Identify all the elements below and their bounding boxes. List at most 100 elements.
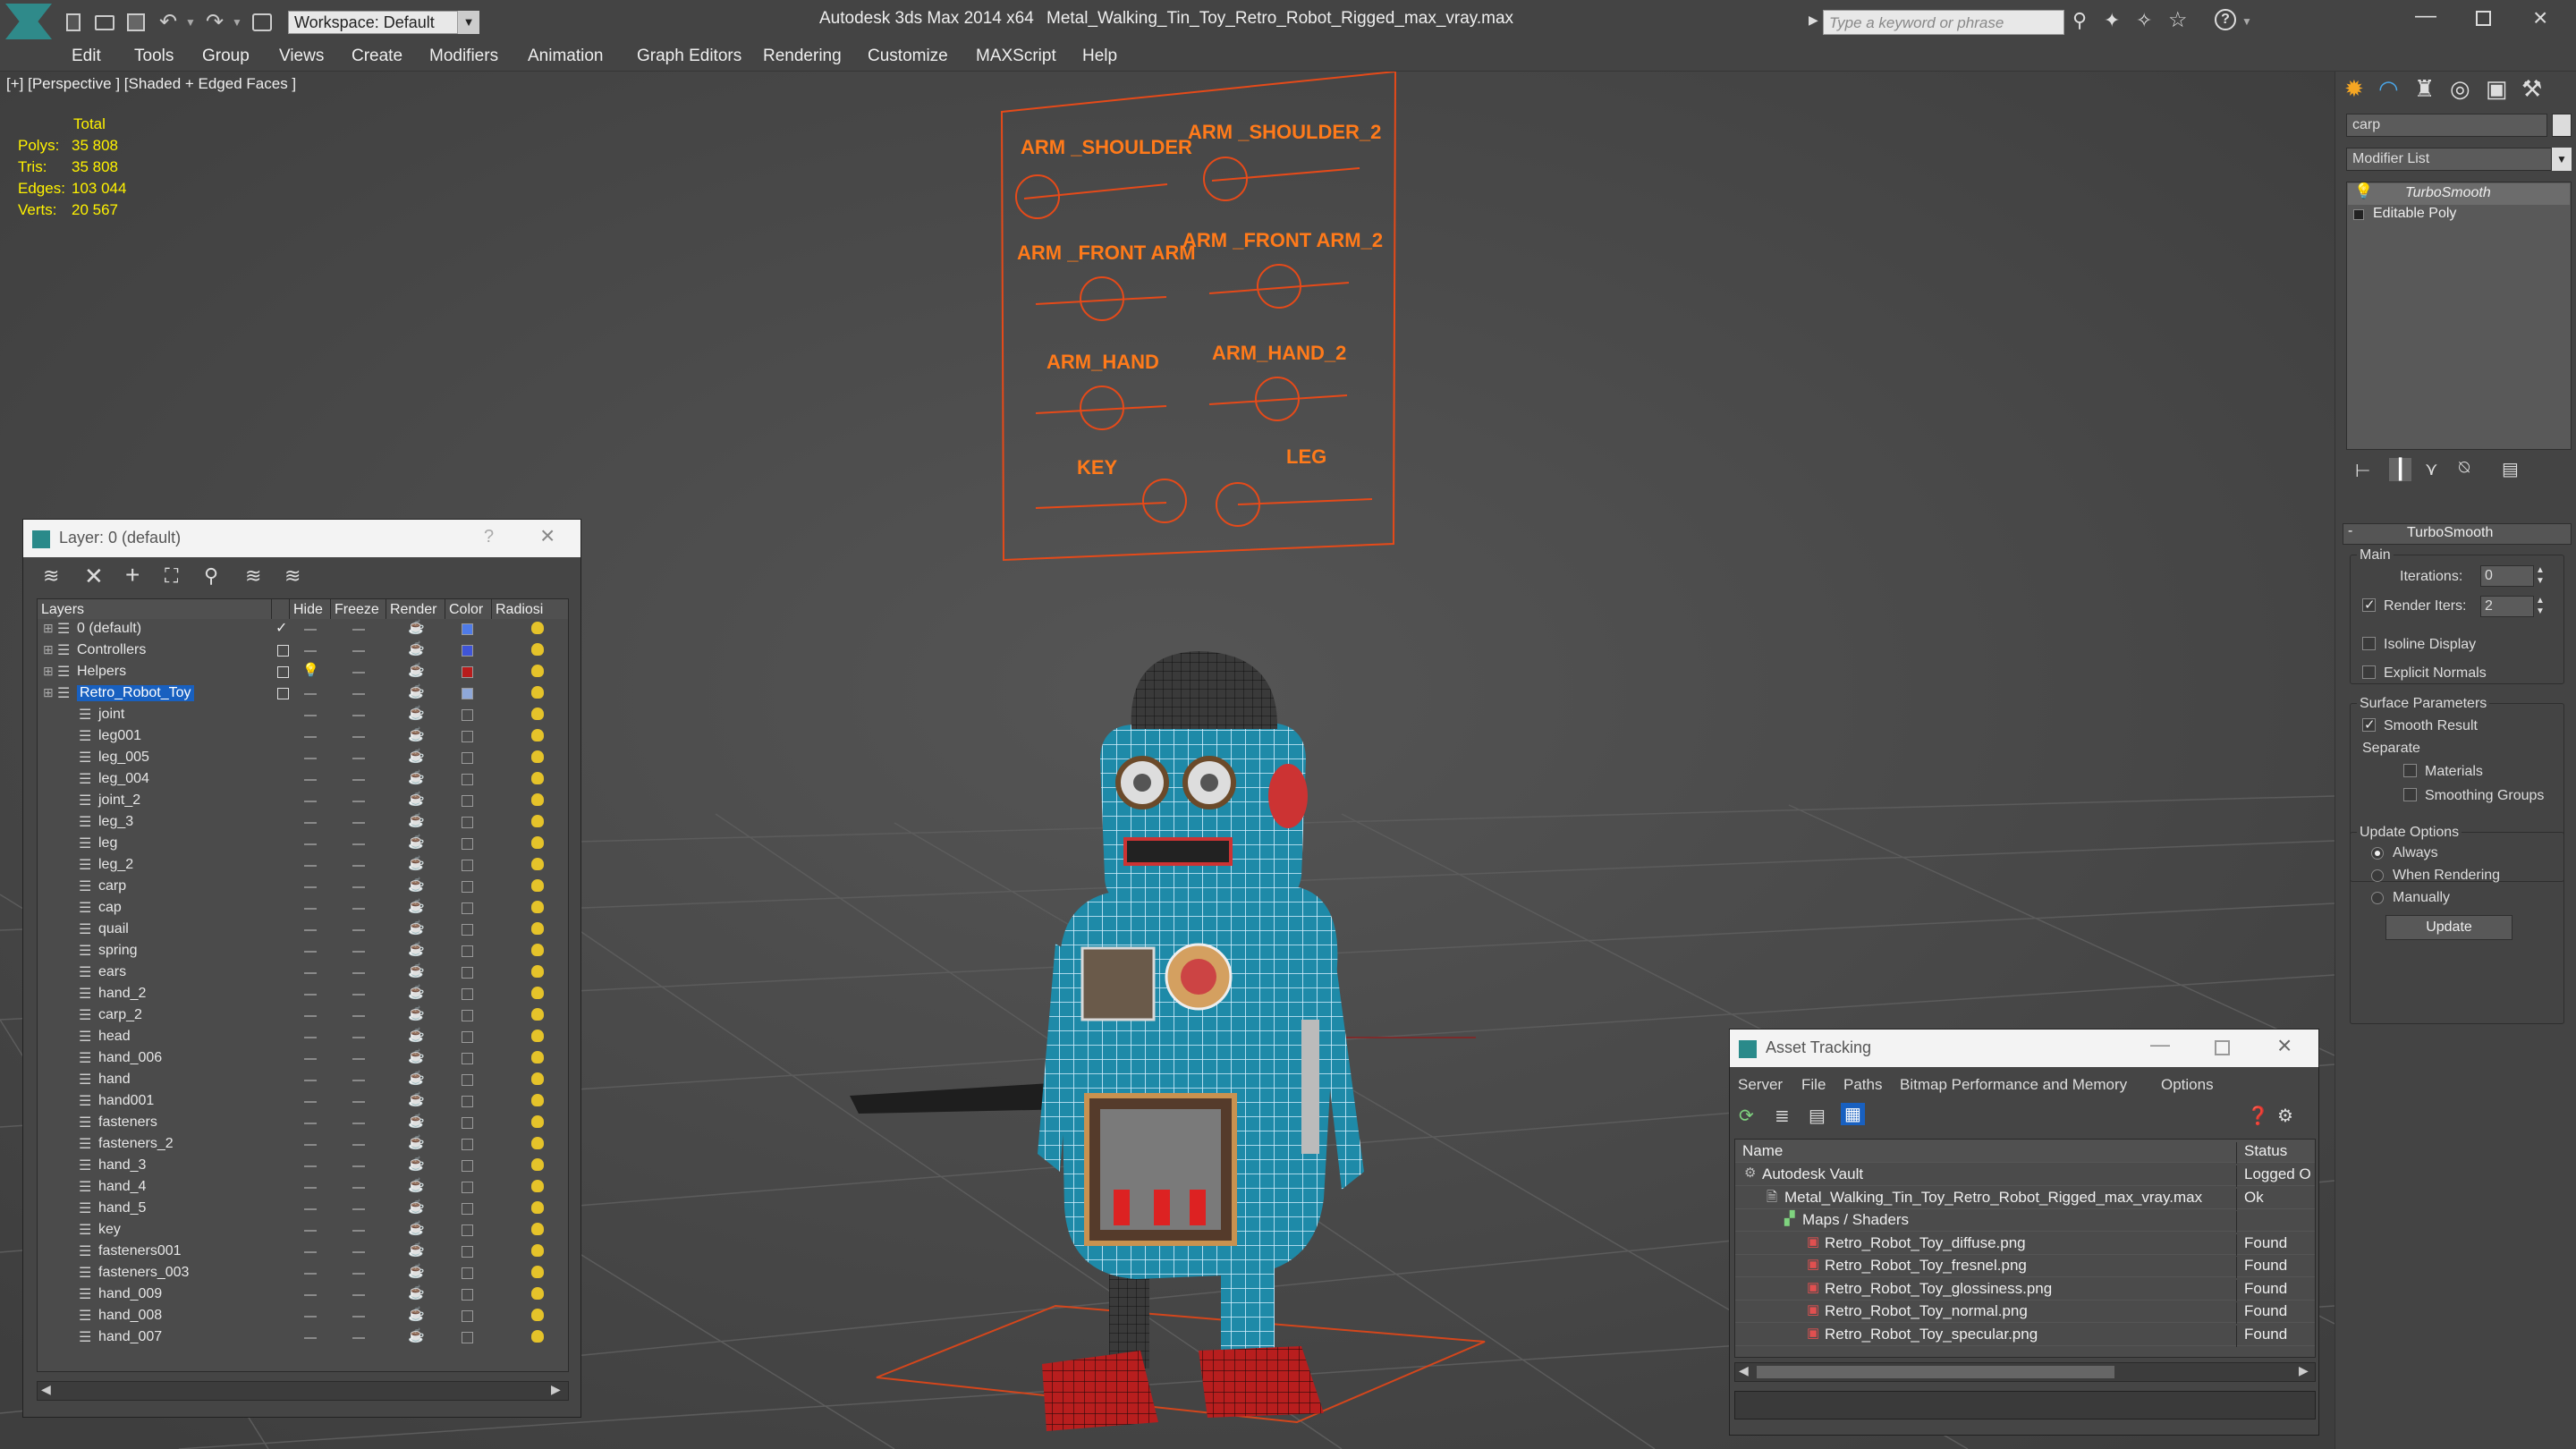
modifier-list-dropdown[interactable]: Modifier List bbox=[2346, 148, 2552, 171]
radiosity-icon[interactable] bbox=[531, 1094, 544, 1106]
radiosity-icon[interactable] bbox=[531, 944, 544, 956]
radiosity-icon[interactable] bbox=[531, 922, 544, 935]
layer-window-close-icon[interactable]: × bbox=[540, 521, 555, 550]
detail-view-icon[interactable]: ▤ bbox=[1809, 1105, 1826, 1127]
object-color-swatch[interactable] bbox=[2552, 114, 2572, 137]
maximize-icon[interactable] bbox=[2476, 11, 2491, 26]
layer-row[interactable]: ☰ hand_006 ☕ bbox=[38, 1048, 568, 1070]
layer-color-swatch[interactable] bbox=[462, 1267, 473, 1279]
render-teapot-icon[interactable]: ☕ bbox=[408, 1220, 425, 1236]
favorites-icon[interactable]: ☆ bbox=[2168, 7, 2188, 33]
layer-color-swatch[interactable] bbox=[462, 1224, 473, 1236]
layer-color-swatch[interactable] bbox=[462, 1289, 473, 1301]
rollout-title[interactable]: TurboSmooth bbox=[2407, 525, 2493, 541]
radiosity-icon[interactable] bbox=[531, 879, 544, 892]
render-teapot-icon[interactable]: ☕ bbox=[408, 1027, 425, 1043]
render-teapot-icon[interactable]: ☕ bbox=[408, 662, 425, 678]
expand-icon[interactable]: ⊞ bbox=[43, 621, 54, 636]
radiosity-icon[interactable] bbox=[531, 836, 544, 849]
radiosity-icon[interactable] bbox=[531, 729, 544, 741]
freeze-toggle[interactable] bbox=[352, 693, 365, 695]
layer-name[interactable]: hand001 bbox=[98, 1093, 154, 1109]
render-teapot-icon[interactable]: ☕ bbox=[408, 1284, 425, 1301]
hide-toggle[interactable] bbox=[304, 1080, 317, 1081]
freeze-toggle[interactable] bbox=[352, 672, 365, 674]
layer-row[interactable]: ☰ spring ☕ bbox=[38, 941, 568, 962]
update-button[interactable]: Update bbox=[2385, 915, 2512, 940]
layer-color-swatch[interactable] bbox=[462, 774, 473, 785]
layer-row[interactable]: ☰ fasteners_2 ☕ bbox=[38, 1134, 568, 1156]
render-teapot-icon[interactable]: ☕ bbox=[408, 1134, 425, 1150]
col-layers[interactable]: Layers bbox=[38, 599, 272, 619]
layer-color-swatch[interactable] bbox=[462, 666, 473, 678]
layer-name[interactable]: hand_3 bbox=[98, 1157, 146, 1174]
hide-toggle[interactable] bbox=[304, 1144, 317, 1146]
create-layer-icon[interactable]: ≋ bbox=[43, 564, 59, 588]
undo-dropdown-icon[interactable]: ▼ bbox=[185, 16, 196, 29]
motion-tab-icon[interactable]: ◎ bbox=[2450, 75, 2470, 103]
current-layer-box[interactable] bbox=[277, 688, 289, 699]
menu-help[interactable]: Help bbox=[1082, 47, 1117, 66]
layer-row[interactable]: ☰ fasteners_003 ☕ bbox=[38, 1263, 568, 1284]
layer-list[interactable]: Layers Hide Freeze Render Color Radiosi … bbox=[37, 598, 569, 1372]
layer-row[interactable]: ☰ hand ☕ bbox=[38, 1070, 568, 1091]
layer-name[interactable]: cap bbox=[98, 900, 122, 916]
smoothing-groups-checkbox[interactable] bbox=[2403, 788, 2417, 801]
radiosity-icon[interactable] bbox=[531, 622, 544, 634]
layer-name[interactable]: hand_008 bbox=[98, 1308, 162, 1324]
workspace-arrow-icon[interactable]: ▼ bbox=[458, 11, 479, 34]
minimize-icon[interactable]: — bbox=[2415, 4, 2436, 29]
hide-toggle[interactable] bbox=[304, 1273, 317, 1275]
layer-name[interactable]: ears bbox=[98, 964, 126, 980]
help-icon[interactable]: ? bbox=[2215, 9, 2236, 30]
hide-toggle[interactable] bbox=[304, 1251, 317, 1253]
render-teapot-icon[interactable]: ☕ bbox=[408, 640, 425, 657]
help-dropdown-icon[interactable]: ▼ bbox=[2241, 15, 2252, 28]
make-unique-icon[interactable]: ⋎ bbox=[2425, 458, 2438, 480]
asset-list[interactable]: Name Status ⚙ Autodesk Vault Logged O 🗎 Meta… bbox=[1734, 1139, 2316, 1358]
hide-toggle[interactable] bbox=[304, 886, 317, 888]
modifier-stack[interactable] bbox=[2346, 182, 2572, 450]
menu-tools[interactable]: Tools bbox=[134, 47, 174, 66]
asset-menu-options[interactable]: Options bbox=[2161, 1076, 2214, 1094]
asset-minimize-icon[interactable]: — bbox=[2150, 1033, 2170, 1056]
radiosity-icon[interactable] bbox=[531, 1287, 544, 1300]
hide-toggle[interactable] bbox=[304, 801, 317, 802]
current-layer-box[interactable] bbox=[277, 666, 289, 678]
radiosity-icon[interactable] bbox=[531, 772, 544, 784]
layer-row[interactable]: ☰ fasteners001 ☕ bbox=[38, 1241, 568, 1263]
smooth-result-checkbox[interactable] bbox=[2362, 716, 2376, 733]
layer-color-swatch[interactable] bbox=[462, 881, 473, 893]
hide-all-icon[interactable]: ≋ bbox=[245, 564, 261, 588]
layer-color-swatch[interactable] bbox=[462, 1139, 473, 1150]
freeze-toggle[interactable] bbox=[352, 1058, 365, 1060]
layer-name[interactable]: fasteners_2 bbox=[98, 1136, 174, 1152]
render-teapot-icon[interactable]: ☕ bbox=[408, 769, 425, 785]
hide-toggle[interactable] bbox=[304, 1037, 317, 1038]
redo-icon[interactable]: ↷ bbox=[206, 9, 224, 35]
render-teapot-icon[interactable]: ☕ bbox=[408, 984, 425, 1000]
radiosity-icon[interactable] bbox=[531, 815, 544, 827]
layer-color-swatch[interactable] bbox=[462, 860, 473, 871]
layer-name[interactable]: leg_005 bbox=[98, 750, 149, 766]
freeze-toggle[interactable] bbox=[352, 994, 365, 996]
layer-row[interactable]: ⊞ ☰ Helpers 💡 ☕ bbox=[38, 662, 568, 683]
radiosity-icon[interactable] bbox=[531, 1201, 544, 1214]
rollout-collapse-icon[interactable]: - bbox=[2348, 523, 2352, 539]
menu-edit[interactable]: Edit bbox=[72, 47, 101, 66]
layer-row[interactable]: ☰ leg_005 ☕ bbox=[38, 748, 568, 769]
add-to-layer-icon[interactable]: + bbox=[125, 561, 140, 589]
radiosity-icon[interactable] bbox=[531, 1309, 544, 1321]
render-teapot-icon[interactable]: ☕ bbox=[408, 748, 425, 764]
layer-row[interactable]: ☰ carp ☕ bbox=[38, 877, 568, 898]
freeze-toggle[interactable] bbox=[352, 715, 365, 716]
layer-color-swatch[interactable] bbox=[462, 1053, 473, 1064]
close-icon[interactable]: × bbox=[2533, 4, 2547, 32]
render-teapot-icon[interactable]: ☕ bbox=[408, 619, 425, 635]
layer-name[interactable]: key bbox=[98, 1222, 121, 1238]
hide-toggle[interactable] bbox=[304, 1123, 317, 1124]
new-file-icon[interactable] bbox=[66, 13, 80, 31]
freeze-toggle[interactable] bbox=[352, 929, 365, 931]
hide-toggle[interactable] bbox=[304, 715, 317, 716]
robot-foot-right[interactable] bbox=[1199, 1346, 1324, 1418]
